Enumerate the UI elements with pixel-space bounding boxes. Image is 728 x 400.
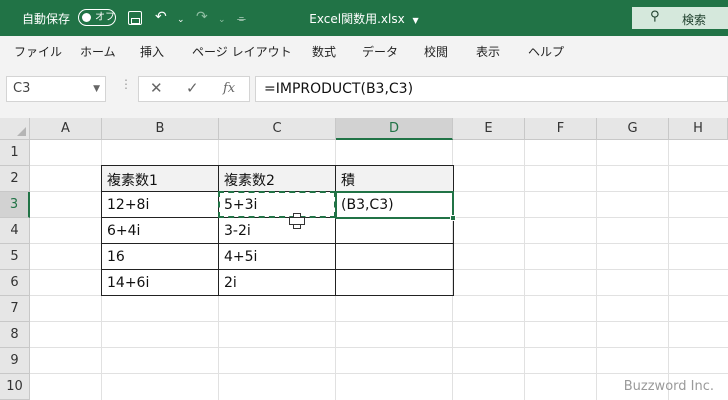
column-header-g[interactable]: G bbox=[597, 118, 669, 140]
title-bar: 自動保存 オフ ↶ ⌄ ↷ ⌄ ⌯ Excel関数用.xlsx ▼ ⚲ 検索 bbox=[0, 0, 728, 36]
cell-select-cursor-icon bbox=[289, 213, 305, 229]
fill-handle[interactable] bbox=[450, 215, 456, 221]
formula-buttons: ✕ ✓ fx bbox=[138, 76, 250, 102]
formula-input[interactable]: =IMPRODUCT(B3,C3) bbox=[255, 76, 728, 102]
table-divider bbox=[101, 269, 454, 270]
cell-b6[interactable]: 14+6i bbox=[102, 275, 149, 291]
formula-bar-grip-icon: ⋮ bbox=[120, 77, 132, 91]
gridline bbox=[30, 321, 728, 322]
row-header-6[interactable]: 6 bbox=[0, 270, 30, 296]
column-header-a[interactable]: A bbox=[30, 118, 102, 140]
active-cell-border bbox=[335, 191, 454, 219]
watermark: Buzzword Inc. bbox=[623, 379, 714, 394]
cell-b2[interactable]: 複素数1 bbox=[102, 170, 158, 190]
select-all-button[interactable] bbox=[0, 118, 30, 140]
menu-home[interactable]: ホーム bbox=[80, 43, 116, 60]
table-divider bbox=[101, 243, 454, 244]
gridline bbox=[596, 140, 597, 400]
row-header-3[interactable]: 3 bbox=[0, 192, 30, 218]
cell-c4[interactable]: 3-2i bbox=[219, 223, 251, 239]
file-title[interactable]: Excel関数用.xlsx ▼ bbox=[0, 10, 728, 27]
name-box-value: C3 bbox=[13, 81, 31, 96]
cell-d2[interactable]: 積 bbox=[336, 170, 355, 190]
menu-data[interactable]: データ bbox=[362, 43, 398, 60]
cell-b3[interactable]: 12+8i bbox=[102, 197, 149, 213]
gridline bbox=[30, 373, 728, 374]
gridline bbox=[30, 347, 728, 348]
formula-bar: C3 ▼ ⋮ ✕ ✓ fx =IMPRODUCT(B3,C3) bbox=[0, 66, 728, 118]
menu-file[interactable]: ファイル bbox=[14, 43, 62, 60]
column-header-e[interactable]: E bbox=[453, 118, 525, 140]
name-box-dropdown-icon[interactable]: ▼ bbox=[93, 77, 100, 101]
enter-icon[interactable]: ✓ bbox=[186, 79, 199, 97]
chevron-down-icon: ▼ bbox=[412, 16, 419, 25]
row-header-9[interactable]: 9 bbox=[0, 348, 30, 374]
menu-review[interactable]: 校閲 bbox=[424, 43, 448, 60]
row-header-1[interactable]: 1 bbox=[0, 140, 30, 166]
cell-c5[interactable]: 4+5i bbox=[219, 249, 257, 265]
column-header-f[interactable]: F bbox=[525, 118, 597, 140]
menu-bar: ファイル ホーム 挿入 ページ レイアウト 数式 データ 校閲 表示 ヘルプ bbox=[0, 36, 728, 66]
menu-view[interactable]: 表示 bbox=[476, 43, 500, 60]
menu-formulas[interactable]: 数式 bbox=[312, 43, 336, 60]
row-header-2[interactable]: 2 bbox=[0, 166, 30, 192]
row-header-7[interactable]: 7 bbox=[0, 296, 30, 322]
cell-c6[interactable]: 2i bbox=[219, 275, 237, 291]
row-header-10[interactable]: 10 bbox=[0, 374, 30, 400]
worksheet-grid[interactable]: A B C D E F G H 1 2 3 4 5 6 7 8 9 10 複素数… bbox=[0, 118, 728, 400]
menu-help[interactable]: ヘルプ bbox=[528, 43, 564, 60]
gridline bbox=[524, 140, 525, 400]
column-header-h[interactable]: H bbox=[669, 118, 728, 140]
name-box[interactable]: C3 ▼ bbox=[6, 76, 106, 102]
search-icon: ⚲ bbox=[650, 9, 660, 24]
copy-range-marquee bbox=[218, 191, 336, 218]
cell-b4[interactable]: 6+4i bbox=[102, 223, 140, 239]
cancel-icon[interactable]: ✕ bbox=[150, 79, 163, 97]
gridline bbox=[668, 140, 669, 400]
menu-page-layout[interactable]: ページ レイアウト bbox=[192, 43, 292, 60]
column-header-c[interactable]: C bbox=[219, 118, 336, 140]
row-header-8[interactable]: 8 bbox=[0, 322, 30, 348]
column-header-b[interactable]: B bbox=[102, 118, 219, 140]
cell-b5[interactable]: 16 bbox=[102, 249, 125, 265]
column-header-d[interactable]: D bbox=[336, 118, 453, 140]
row-header-4[interactable]: 4 bbox=[0, 218, 30, 244]
row-header-5[interactable]: 5 bbox=[0, 244, 30, 270]
search-label: 検索 bbox=[682, 13, 707, 27]
insert-function-icon[interactable]: fx bbox=[223, 81, 235, 96]
excel-window: 自動保存 オフ ↶ ⌄ ↷ ⌄ ⌯ Excel関数用.xlsx ▼ ⚲ 検索 フ… bbox=[0, 0, 728, 400]
cell-c2[interactable]: 複素数2 bbox=[219, 170, 275, 190]
search-box[interactable]: ⚲ 検索 bbox=[632, 7, 728, 29]
menu-insert[interactable]: 挿入 bbox=[140, 43, 164, 60]
filename: Excel関数用.xlsx bbox=[309, 12, 405, 26]
